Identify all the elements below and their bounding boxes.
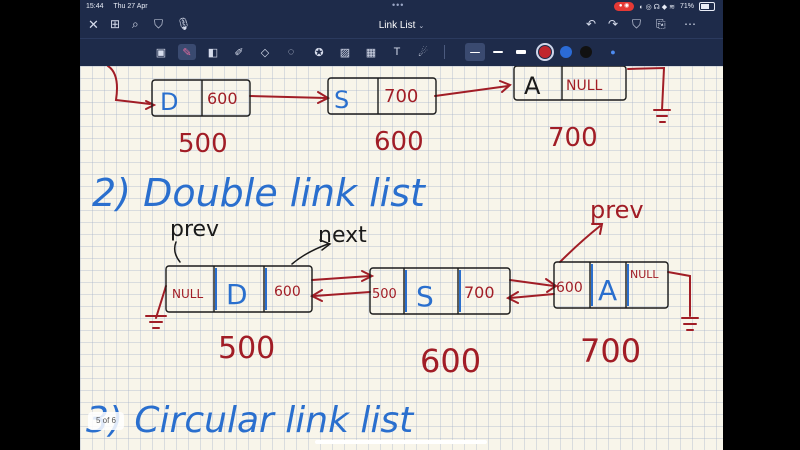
bookmark-add-icon[interactable]: ⛉: [632, 17, 641, 32]
row2-node-1-next: 600: [274, 284, 301, 300]
row2-node-3-data: A: [598, 274, 617, 307]
row2-prev-label-arrow: [173, 241, 181, 263]
row1-arrow-1: [249, 95, 327, 99]
battery-percent: 71%: [679, 3, 694, 10]
page-indicator[interactable]: 5 of 6: [88, 412, 124, 430]
row1-node-2-data: S: [334, 86, 349, 114]
row2-node-2-addr: 600: [420, 342, 481, 380]
color-black-swatch[interactable]: [580, 46, 592, 58]
color-picker-icon[interactable]: ●: [604, 44, 622, 60]
row2-ground-right: [681, 317, 699, 331]
row2-node-2-next: 700: [464, 283, 495, 302]
row1-ground-symbol: [653, 109, 671, 123]
color-red-swatch[interactable]: [536, 43, 554, 61]
row1-node-2-addr: 600: [374, 127, 424, 157]
notebook-page[interactable]: D 600 500 S 700 600 A NULL 700 2) Double…: [80, 66, 723, 450]
status-date: Thu 27 Apr: [113, 3, 148, 10]
recording-indicator: ● ◉: [613, 2, 635, 11]
heading-circular-link-list: 3) Circular link list: [86, 400, 415, 441]
label-prev-2: prev: [590, 196, 644, 224]
row1-node-3-data: A: [524, 72, 541, 100]
heading-double-link-list: 2) Double link list: [92, 171, 427, 215]
row2-text: prev next prev NULL D 600 500 500 S 700 …: [170, 196, 659, 380]
stroke-thick-icon[interactable]: [516, 50, 526, 54]
redo-icon[interactable]: ↷: [608, 17, 618, 31]
handwriting-canvas: D 600 500 S 700 600 A NULL 700 2) Double…: [86, 66, 699, 441]
pointer-icon[interactable]: ☄: [414, 44, 432, 60]
label-prev: prev: [170, 217, 219, 242]
status-bar: 15:44 Thu 27 Apr ••• ● ◉ ◐ ◎ ☊ ◆ ≋ 71%: [80, 0, 723, 14]
row2-null-next-line: [667, 271, 691, 317]
lasso-icon[interactable]: ◌: [282, 44, 300, 60]
drawing-toolbar: ▣ ✎ ◧ ✐ ◇ ◌ ✪ ▨ ▦ T ☄ ●: [80, 38, 723, 66]
pen-icon[interactable]: ✎: [178, 44, 196, 60]
more-icon[interactable]: ⋯: [684, 17, 696, 31]
color-blue-swatch[interactable]: [560, 46, 572, 58]
row2-pointers: [173, 239, 332, 265]
star-icon[interactable]: ✪: [310, 44, 328, 60]
image-icon[interactable]: ▨: [336, 44, 354, 60]
row2-node-1-addr: 500: [218, 331, 275, 366]
row1-node-1-data: D: [160, 88, 178, 116]
text-icon[interactable]: T: [388, 44, 406, 60]
undo-icon[interactable]: ↶: [586, 17, 596, 31]
row2-node-2-data: S: [416, 280, 434, 313]
add-page-icon[interactable]: ⎘: [656, 17, 666, 32]
shapes-icon[interactable]: ◇: [256, 44, 274, 60]
scan-icon[interactable]: ▣: [152, 44, 170, 60]
row1-node-3-addr: 700: [548, 123, 598, 153]
row2-node-3-prev: 600: [556, 280, 583, 296]
row2-prev-pointer-line: [559, 225, 601, 263]
multitask-dots[interactable]: •••: [392, 0, 404, 10]
nav-bar: ✕ ⊞ ⌕ ⛉ 🎙︎ Link List ⌄ ↶ ↷ ⛉ ⎘ ⋯: [80, 14, 723, 38]
toolbar-divider: [444, 45, 445, 59]
eraser-icon[interactable]: ◧: [204, 44, 222, 60]
row1-head-arrowhead: [145, 100, 157, 110]
battery-icon: [699, 2, 715, 11]
row1-arrow-2: [434, 85, 509, 97]
row2-node-3-addr: 700: [580, 332, 641, 370]
row2-prev-arrow-2: [509, 293, 555, 299]
row1-null-line: [627, 66, 666, 111]
row2-node-1-data: D: [226, 278, 248, 311]
status-time: 15:44: [86, 3, 104, 10]
row2-prev-arrow-1: [313, 291, 371, 297]
row2-null-prev-line: [155, 285, 167, 319]
stroke-medium-icon[interactable]: [493, 51, 503, 53]
status-icons: ◐ ◎ ☊ ◆ ≋: [639, 3, 675, 11]
row1-node-1-addr: 500: [178, 129, 228, 159]
row2-node-3-next: NULL: [630, 268, 659, 281]
row1-node-2-next: 700: [384, 86, 418, 107]
ipad-screen: 15:44 Thu 27 Apr ••• ● ◉ ◐ ◎ ☊ ◆ ≋ 71% ✕…: [80, 0, 723, 450]
row2-node-2-prev: 500: [372, 287, 397, 302]
chevron-down-icon[interactable]: ⌄: [418, 23, 424, 30]
label-next: next: [318, 223, 367, 248]
stroke-thin-icon: [470, 52, 480, 53]
highlighter-icon[interactable]: ✐: [230, 44, 248, 60]
camera-icon[interactable]: ▦: [362, 44, 380, 60]
row1-node-1-next: 600: [207, 89, 238, 108]
row2-node-1-prev: NULL: [172, 287, 203, 301]
home-indicator[interactable]: [315, 440, 487, 444]
row1-head-arrow: [107, 66, 151, 105]
row1-node-3-next: NULL: [566, 78, 603, 94]
document-title[interactable]: Link List ⌄: [80, 20, 723, 31]
row2-next-arrow-1: [311, 275, 371, 281]
